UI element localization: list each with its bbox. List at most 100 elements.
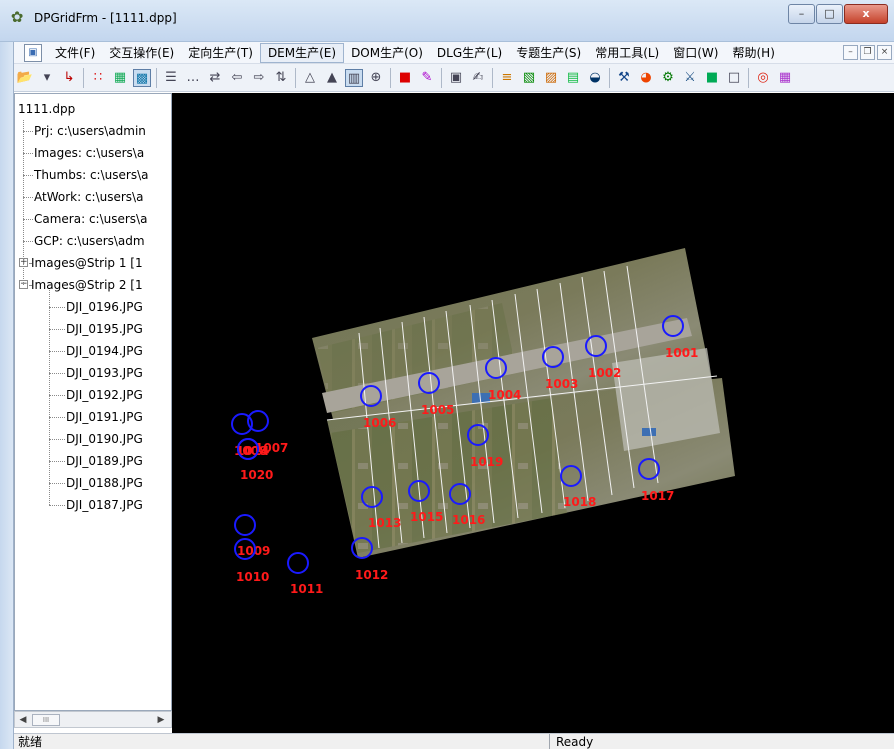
gcp-marker-1011[interactable] (287, 552, 309, 574)
grid-active-icon[interactable]: ▩ (133, 68, 151, 87)
menu-item-3[interactable]: 定向生产(T) (181, 43, 260, 63)
menu-item-9[interactable]: 窗口(W) (666, 43, 725, 63)
tool3-icon[interactable]: ⚔ (681, 69, 699, 87)
scroll-right-icon[interactable]: ▶ (155, 714, 167, 726)
zoom-icon[interactable]: ⊕ (367, 69, 385, 87)
title-bar[interactable]: ✿ DPGridFrm - [1111.dpp] – □ x (0, 0, 894, 42)
document-icon[interactable]: ▣ (24, 43, 42, 62)
mdi-restore-button[interactable]: ❐ (860, 45, 875, 60)
hatch-icon[interactable]: ▤ (564, 69, 582, 87)
dots-icon[interactable]: … (184, 69, 202, 87)
grid-icon[interactable]: ▦ (111, 69, 129, 87)
triangle-icon[interactable]: △ (301, 69, 319, 87)
maximize-button[interactable]: □ (816, 4, 843, 24)
tree-image-item[interactable]: DJI_0195.JPG (66, 318, 143, 340)
gcp-label-1002[interactable]: 1002 (588, 366, 621, 380)
tree-image-item[interactable]: DJI_0193.JPG (66, 362, 143, 384)
tree-item-8[interactable]: Images@Strip 2 [1 (31, 274, 143, 296)
menu-item-8[interactable]: 常用工具(L) (588, 43, 666, 63)
tool-icon[interactable]: ⚒ (615, 69, 633, 87)
gcp-label-1017[interactable]: 1017 (641, 489, 674, 503)
gcp-label-1001[interactable]: 1001 (665, 346, 698, 360)
tree-horizontal-scrollbar[interactable]: ◀ III ▶ (14, 711, 172, 728)
window-icon[interactable]: □ (725, 69, 743, 87)
menu-item-10[interactable]: 帮助(H) (725, 43, 781, 63)
tree-connector (23, 241, 33, 242)
menu-item-1[interactable]: 文件(F) (48, 43, 102, 63)
image-icon[interactable]: ▨ (542, 69, 560, 87)
gcp-label-1019[interactable]: 1019 (470, 455, 503, 469)
gcp-label-1016[interactable]: 1016 (452, 513, 485, 527)
close-button[interactable]: x (844, 4, 888, 24)
arrow-left-icon[interactable]: ⇦ (228, 69, 246, 87)
gcp-label-1012[interactable]: 1012 (355, 568, 388, 582)
menu-item-6[interactable]: DLG生产(L) (430, 43, 509, 63)
tree-image-item[interactable]: DJI_0194.JPG (66, 340, 143, 362)
minimize-button[interactable]: – (788, 4, 815, 24)
tree-item-2[interactable]: Images: c:\users\a (34, 142, 144, 164)
toolbar-separator (295, 67, 296, 88)
mdi-close-button[interactable]: × (877, 45, 892, 60)
square-icon[interactable]: ■ (396, 69, 414, 87)
globe-icon[interactable]: ◒ (586, 69, 604, 87)
dropdown-arrow-icon[interactable]: ▾ (38, 69, 56, 87)
tree-image-item[interactable]: DJI_0192.JPG (66, 384, 143, 406)
gcp-label-1013[interactable]: 1013 (368, 516, 401, 530)
frame-icon[interactable]: ▣ (447, 69, 465, 87)
book-active-icon[interactable]: ▥ (345, 68, 363, 87)
image-canvas[interactable]: 1001 1002 1003 1004 1005 1006 1007 1008 1009 1010… (172, 93, 894, 733)
mountain-icon[interactable]: ▲ (323, 69, 341, 87)
open-folder-icon[interactable]: 📂 (16, 69, 34, 87)
gcp-label-1010[interactable]: 1010 (236, 570, 269, 584)
tool4-icon[interactable]: ■ (703, 69, 721, 87)
gcp-label-1006[interactable]: 1006 (363, 416, 396, 430)
tree-item-6[interactable]: GCP: c:\users\adm (34, 230, 145, 252)
tree-connector (49, 439, 65, 440)
tree-item-3[interactable]: Thumbs: c:\users\a (34, 164, 148, 186)
tree-image-item[interactable]: DJI_0190.JPG (66, 428, 143, 450)
tree-item-4[interactable]: AtWork: c:\users\a (34, 186, 143, 208)
tool2-icon[interactable]: ⚙ (659, 69, 677, 87)
gcp-label-1003[interactable]: 1003 (545, 377, 578, 391)
tree-connector (49, 307, 65, 308)
mdi-controls: – ❐ × (841, 45, 892, 60)
menu-item-4[interactable]: DEM生产(E) (259, 42, 345, 63)
mdi-minimize-button[interactable]: – (843, 45, 858, 60)
tree-image-item[interactable]: DJI_0191.JPG (66, 406, 143, 428)
tree-item-1[interactable]: Prj: c:\users\admin (34, 120, 146, 142)
gcp-label-1011[interactable]: 1011 (290, 582, 323, 596)
tree-item-5[interactable]: Camera: c:\users\a (34, 208, 147, 230)
gcp-label-1015[interactable]: 1015 (410, 510, 443, 524)
tree-connector (23, 197, 33, 198)
import-icon[interactable]: ↳ (60, 69, 78, 87)
dot-grid-icon[interactable]: ∷ (89, 69, 107, 87)
gcp-label-1004[interactable]: 1004 (488, 388, 521, 402)
tree-image-item[interactable]: DJI_0187.JPG (66, 494, 143, 516)
menu-item-5[interactable]: DOM生产(O) (344, 43, 430, 63)
table-icon[interactable]: ☰ (162, 69, 180, 87)
arrow-left-right-icon[interactable]: ⇄ (206, 69, 224, 87)
canvas-drawing[interactable]: 1001100210031004100510061007100810091010… (172, 93, 894, 733)
gcp-label-1020[interactable]: 1020 (240, 468, 273, 482)
map-icon[interactable]: ▧ (520, 69, 538, 87)
palette-icon[interactable]: ▦ (776, 69, 794, 87)
layers-icon[interactable]: ≡ (498, 69, 516, 87)
scroll-thumb[interactable]: III (32, 714, 60, 726)
edit-icon[interactable]: ✍ (469, 69, 487, 87)
gcp-marker-1009[interactable] (234, 514, 256, 536)
menu-item-2[interactable]: 交互操作(E) (102, 43, 181, 63)
tree-image-item[interactable]: DJI_0196.JPG (66, 296, 143, 318)
menu-item-7[interactable]: 专题生产(S) (509, 43, 588, 63)
tree-root-item[interactable]: 1111.dpp (18, 98, 75, 120)
arrow-up-down-icon[interactable]: ⇅ (272, 69, 290, 87)
arrow-right-icon[interactable]: ⇨ (250, 69, 268, 87)
draw-icon[interactable]: ✎ (418, 69, 436, 87)
gcp-label-1005[interactable]: 1005 (421, 403, 454, 417)
gcp-label-1018[interactable]: 1018 (563, 495, 596, 509)
target-icon[interactable]: ◎ (754, 69, 772, 87)
scroll-left-icon[interactable]: ◀ (17, 714, 29, 726)
tree-item-7[interactable]: Images@Strip 1 [1 (31, 252, 143, 274)
tree-image-item[interactable]: DJI_0189.JPG (66, 450, 143, 472)
tree-image-item[interactable]: DJI_0188.JPG (66, 472, 143, 494)
pie-icon[interactable]: ◕ (637, 69, 655, 87)
